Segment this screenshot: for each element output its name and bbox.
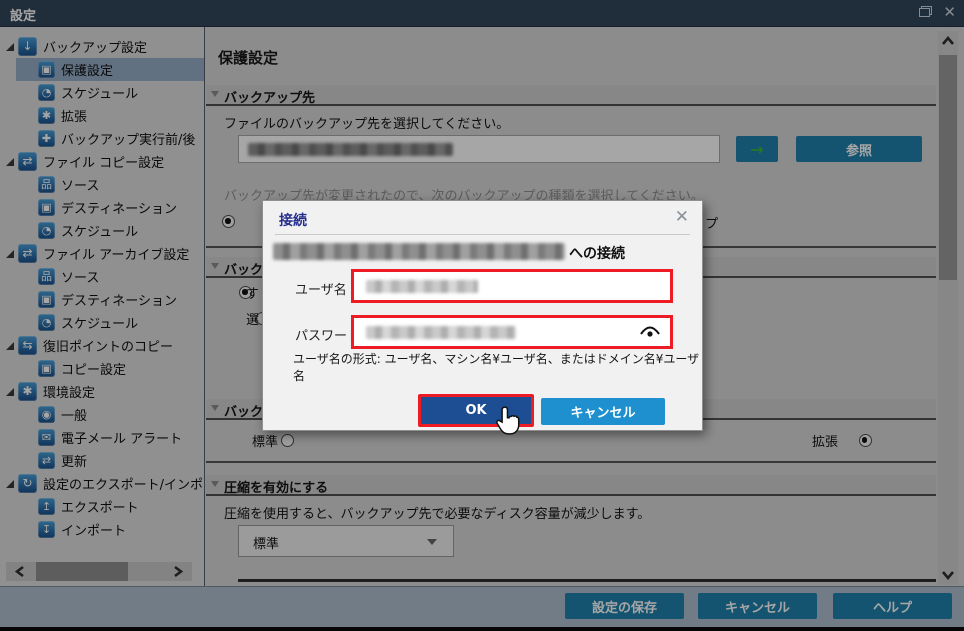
connection-dialog: 接続 ✕ への接続 ユーザ名 パスワード ユーザ名の形式: ユーザ名、マシン名¥…: [262, 200, 703, 431]
mouse-cursor: [495, 406, 521, 440]
cancel-button[interactable]: キャンセル: [541, 398, 665, 425]
password-input[interactable]: [351, 315, 673, 349]
username-label: ユーザ名: [295, 283, 347, 298]
close-icon[interactable]: ✕: [675, 207, 689, 227]
redacted-password-value: [366, 326, 516, 339]
redacted-server-name: [273, 243, 565, 260]
username-format-hint: ユーザ名の形式: ユーザ名、マシン名¥ユーザ名、またはドメイン名¥ユーザ名: [293, 352, 700, 383]
divider: [275, 234, 690, 235]
server-connect-text: への接続: [569, 246, 625, 262]
redacted-username-value: [366, 280, 478, 293]
dialog-title: 接続: [279, 213, 307, 229]
password-visibility-icon[interactable]: [640, 325, 660, 343]
username-input[interactable]: [351, 269, 673, 303]
